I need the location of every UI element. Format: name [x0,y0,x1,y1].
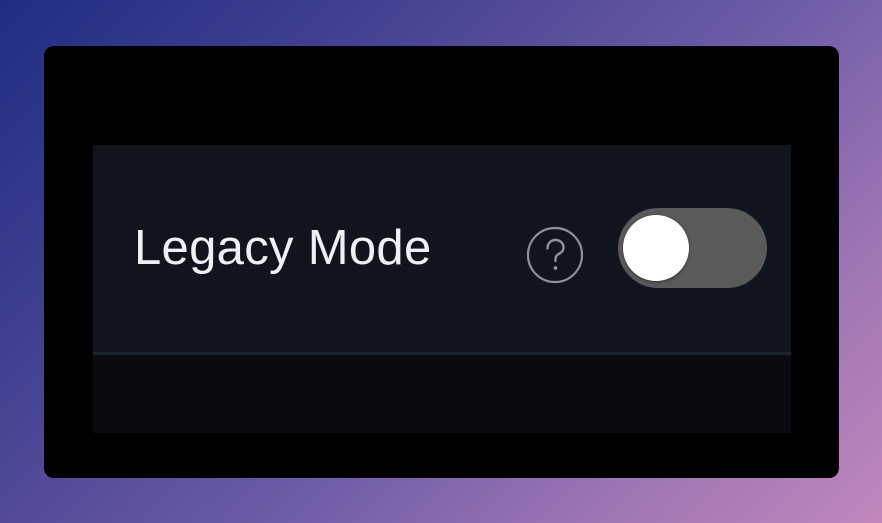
legacy-mode-toggle[interactable] [618,208,767,288]
toggle-knob [623,215,689,281]
settings-window: Legacy Mode [44,46,839,478]
question-circle-icon[interactable] [526,226,584,284]
settings-panel: Legacy Mode [93,145,791,433]
setting-label: Legacy Mode [134,221,432,275]
setting-row-legacy-mode: Legacy Mode [93,145,791,355]
